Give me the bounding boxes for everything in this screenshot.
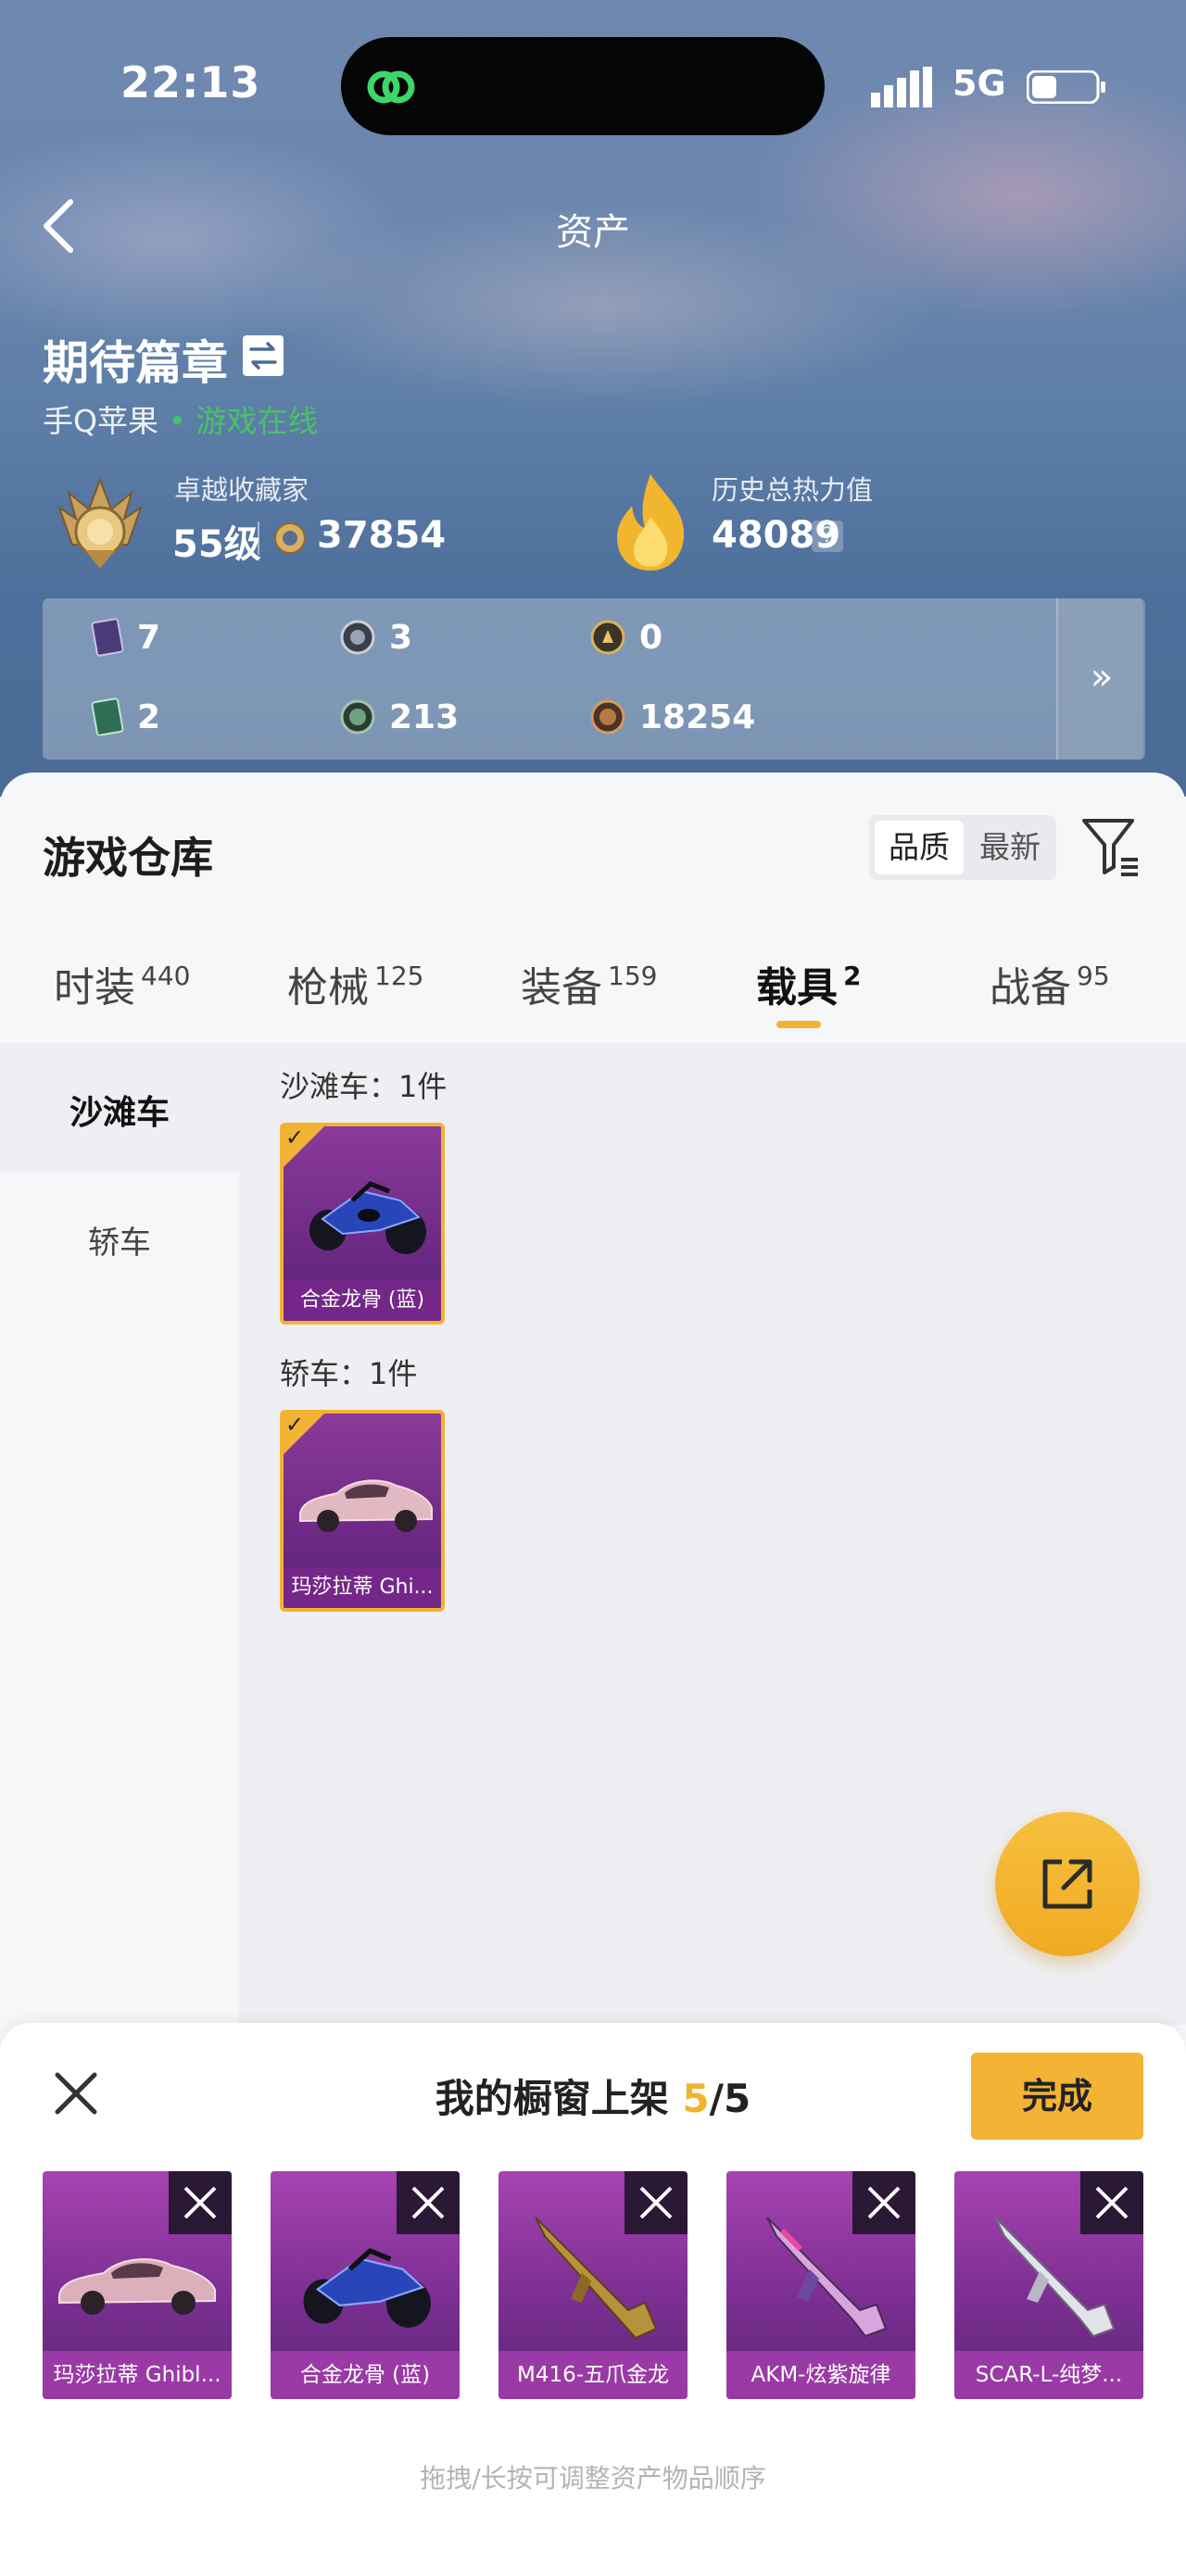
collector-medal-icon xyxy=(57,477,143,569)
showcase-title-text: 我的橱窗上架 xyxy=(435,2076,683,2121)
vehicle-name: 合金龙骨 (蓝) xyxy=(284,1280,441,1321)
tab-count: 159 xyxy=(608,961,658,991)
active-tab-indicator xyxy=(776,1021,821,1028)
check-icon: ✓ xyxy=(285,1412,305,1438)
check-icon: ✓ xyxy=(285,1125,305,1150)
showcase-total: /5 xyxy=(709,2076,751,2121)
tab-label: 载具 xyxy=(756,964,838,1012)
platform-status: 手Q苹果 • 游戏在线 xyxy=(43,396,318,441)
vehicle-card[interactable]: ✓ 玛莎拉蒂 Ghi... xyxy=(280,1410,445,1612)
remove-item-button[interactable] xyxy=(625,2171,688,2234)
sedan-image xyxy=(299,1479,433,1532)
tab-label: 战备 xyxy=(990,964,1071,1012)
close-icon xyxy=(867,2186,901,2219)
stat-value: 2 xyxy=(137,698,161,736)
warehouse-title: 游戏仓库 xyxy=(43,833,213,883)
tab-vehicles[interactable]: 载具 2 xyxy=(756,954,861,1013)
flame-icon xyxy=(617,474,685,571)
collector-points: 37854 xyxy=(317,514,447,557)
tab-count: 95 xyxy=(1077,961,1110,991)
switch-account-icon[interactable] xyxy=(243,335,284,376)
collector-title: 卓越收藏家 xyxy=(174,474,309,506)
close-icon xyxy=(1095,2186,1129,2219)
user-name: 期待篇章 xyxy=(43,336,228,390)
stat-value: 213 xyxy=(389,698,460,736)
tab-count: 440 xyxy=(141,961,191,991)
green-token-icon xyxy=(340,699,375,735)
help-icon[interactable]: ? xyxy=(812,521,843,552)
category-sidebar xyxy=(0,1043,239,2025)
category-sedan[interactable]: 轿车 xyxy=(0,1217,239,1263)
buggy-image xyxy=(303,2247,431,2328)
stat-value: 18254 xyxy=(639,698,756,736)
battery-icon xyxy=(1027,70,1105,104)
stat-value: 0 xyxy=(639,619,663,657)
vehicle-name: 玛莎拉蒂 Ghi... xyxy=(284,1567,441,1608)
remove-item-button[interactable] xyxy=(852,2171,915,2234)
close-icon xyxy=(183,2186,217,2219)
category-beach-buggy[interactable]: 沙滩车 xyxy=(0,1086,239,1134)
sort-newest-button[interactable]: 最新 xyxy=(967,821,1053,874)
status-time: 22:13 xyxy=(120,57,261,107)
showcase-item[interactable]: SCAR-L-纯梦... xyxy=(954,2171,1143,2399)
tab-label: 时装 xyxy=(54,964,135,1012)
showcase-item-name: 玛莎拉蒂 Ghibl... xyxy=(43,2351,232,2399)
done-button[interactable]: 完成 xyxy=(971,2053,1143,2140)
tab-label: 枪械 xyxy=(287,964,369,1012)
collector-level: 55级 xyxy=(172,523,261,566)
showcase-item-name: M416-五爪金龙 xyxy=(498,2351,688,2399)
showcase-item-name: 合金龙骨 (蓝) xyxy=(271,2351,460,2399)
showcase-item[interactable]: AKM-炫紫旋律 xyxy=(726,2171,915,2399)
silver-token-icon xyxy=(340,620,375,655)
filter-icon[interactable] xyxy=(1080,815,1140,878)
vehicle-card[interactable]: ✓ 合金龙骨 (蓝) xyxy=(280,1123,445,1325)
link-icon xyxy=(367,70,415,104)
remove-item-button[interactable] xyxy=(1080,2171,1143,2234)
tab-label: 装备 xyxy=(521,964,602,1012)
card-pack-icon xyxy=(91,618,124,657)
green-card-icon xyxy=(91,697,124,736)
tab-guns[interactable]: 枪械 125 xyxy=(287,954,423,1013)
collector-coin-icon xyxy=(274,522,306,554)
share-icon xyxy=(1042,1859,1092,1909)
close-icon xyxy=(411,2186,445,2219)
online-status: • 游戏在线 xyxy=(168,403,319,439)
page-title: 资产 xyxy=(556,211,630,254)
showcase-item[interactable]: 玛莎拉蒂 Ghibl... xyxy=(43,2171,232,2399)
sedan-image xyxy=(58,2258,216,2315)
remove-item-button[interactable] xyxy=(397,2171,460,2234)
section-label: 轿车：1件 xyxy=(280,1356,418,1391)
tab-equipment[interactable]: 装备 159 xyxy=(521,954,657,1013)
network-type: 5G xyxy=(953,63,1006,104)
tab-count: 125 xyxy=(374,961,424,991)
tab-count: 2 xyxy=(843,961,862,991)
showcase-item[interactable]: M416-五爪金龙 xyxy=(498,2171,688,2399)
showcase-item-name: AKM-炫紫旋律 xyxy=(726,2351,915,2399)
stats-more-button[interactable]: » xyxy=(1056,598,1145,760)
sort-quality-button[interactable]: 品质 xyxy=(875,821,964,874)
tab-supplies[interactable]: 战备 95 xyxy=(990,954,1110,1013)
showcase-count: 5 xyxy=(682,2076,710,2121)
showcase-item-name: SCAR-L-纯梦... xyxy=(954,2351,1143,2399)
share-button[interactable] xyxy=(995,1812,1140,1956)
stat-value: 3 xyxy=(389,619,413,657)
buggy-image xyxy=(309,1181,426,1254)
close-icon xyxy=(639,2186,673,2219)
gold-token-icon xyxy=(590,620,625,655)
signal-icon xyxy=(871,67,932,107)
divider xyxy=(258,521,259,555)
showcase-item[interactable]: 合金龙骨 (蓝) xyxy=(271,2171,460,2399)
reorder-hint: 拖拽/长按可调整资产物品顺序 xyxy=(420,2463,766,2494)
stat-value: 7 xyxy=(137,619,161,657)
heat-title: 历史总热力值 xyxy=(712,474,874,506)
bronze-token-icon xyxy=(590,699,625,735)
tab-fashion[interactable]: 时装 440 xyxy=(54,954,190,1013)
remove-item-button[interactable] xyxy=(169,2171,232,2234)
platform-label: 手Q苹果 xyxy=(43,403,158,439)
section-label: 沙滩车：1件 xyxy=(280,1069,448,1104)
